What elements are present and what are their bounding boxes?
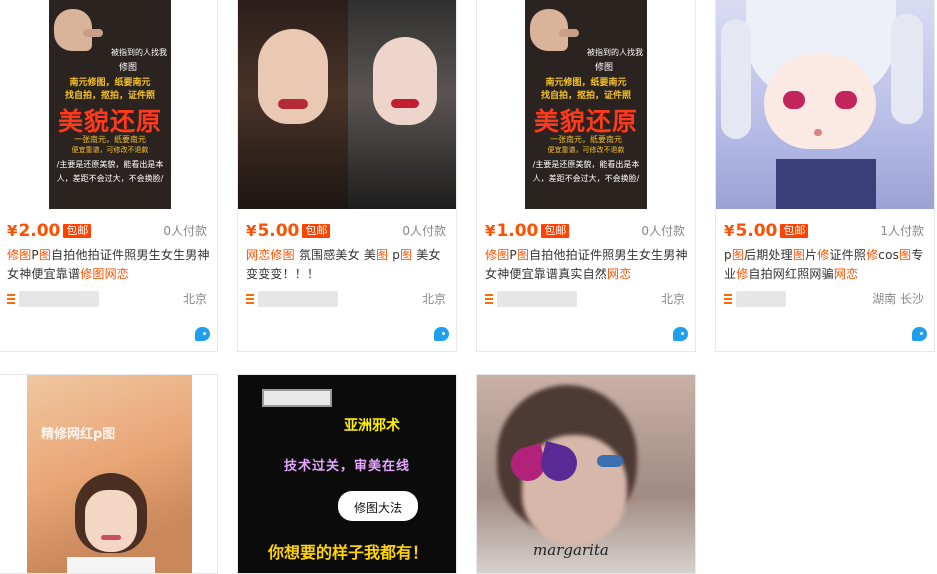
location: 湖南 长沙	[872, 292, 924, 306]
shop-name[interactable]: shop	[497, 291, 577, 307]
product-image[interactable]: 精修网红p图	[0, 375, 217, 573]
location: 北京	[182, 292, 207, 306]
product-card[interactable]: 被指到的人找我 修图 南元修图，纸要南元 找自拍，抠拍，证件照 美貌还原 一张南…	[0, 0, 218, 352]
image-caption: 一张南元，纸要南元	[74, 135, 146, 144]
image-caption: margarita	[533, 541, 609, 559]
image-caption: 修图大法	[353, 501, 402, 515]
image-caption: 精修网红p图	[41, 427, 116, 442]
product-image[interactable]	[716, 0, 934, 209]
shop-icon	[7, 294, 15, 304]
shop-icon	[485, 294, 493, 304]
image-caption: 人，差距不会过大，不会换脸/	[56, 174, 164, 183]
image-caption: 一张南元，纸要南元	[550, 135, 622, 144]
location: 北京	[660, 292, 685, 306]
paid-count: 1人付款	[880, 224, 924, 238]
shop-name[interactable]: shop	[736, 291, 786, 307]
free-shipping-badge: 包邮	[780, 224, 809, 238]
image-headline: 美貌还原	[533, 107, 638, 136]
product-title[interactable]: 网恋修图 氛围感美女 美图 p图 美女变变变！！！	[246, 246, 452, 284]
product-image[interactable]: 亚洲邪术 技术过关，审美在线 修图大法 你想要的样子我都有！	[238, 375, 456, 573]
product-image[interactable]: 被指到的人找我 修图 南元修图，纸要南元 找自拍，抠拍，证件照 美貌还原 一张南…	[0, 0, 217, 209]
free-shipping-badge: 包邮	[541, 224, 570, 238]
image-caption: 人，差距不会过大，不会换脸/	[532, 174, 640, 183]
product-price: ¥5.00	[724, 221, 778, 241]
image-caption: /主要是还原美貌，能看出是本	[56, 160, 164, 169]
paid-count: 0人付款	[402, 224, 446, 238]
product-title[interactable]: 修图P图自拍他拍证件照男生女生男神女神便宜靠谱真实自然网恋	[485, 246, 691, 284]
product-title[interactable]: 修图P图自拍他拍证件照男生女生男神女神便宜靠谱修图网恋	[7, 246, 213, 284]
image-caption: 南元修图，纸要南元	[545, 78, 627, 88]
image-caption: 找自拍，抠拍，证件照	[540, 91, 631, 101]
shop-icon	[724, 294, 732, 304]
product-price: ¥5.00	[246, 221, 300, 241]
product-card[interactable]: 精修网红p图	[0, 374, 218, 574]
product-card[interactable]: 亚洲邪术 技术过关，审美在线 修图大法 你想要的样子我都有！	[237, 374, 457, 574]
product-card[interactable]: ¥5.00包邮 0人付款 网恋修图 氛围感美女 美图 p图 美女变变变！！！ s…	[237, 0, 457, 352]
image-caption: 技术过关，审美在线	[283, 459, 410, 474]
free-shipping-badge: 包邮	[63, 224, 92, 238]
wangwang-chat-icon[interactable]	[673, 327, 688, 341]
location: 北京	[421, 292, 446, 306]
product-image[interactable]	[238, 0, 456, 209]
shop-icon	[246, 294, 254, 304]
product-price: ¥2.00	[7, 221, 61, 241]
image-caption: 你想要的样子我都有！	[267, 543, 428, 562]
image-caption: 南元修图，纸要南元	[69, 78, 151, 88]
image-caption: 找自拍，抠拍，证件照	[64, 91, 155, 101]
product-price: ¥1.00	[485, 221, 539, 241]
image-caption: 便宜靠谱，可修改不退款	[71, 146, 149, 154]
product-card[interactable]: ¥5.00 包邮 1人付款 p图后期处理图片修证件照修cos图专业修自拍网红照网骗…	[715, 0, 935, 352]
image-caption: 亚洲邪术	[344, 418, 400, 434]
product-card[interactable]: 被指到的人找我 修图 南元修图，纸要南元 找自拍，抠拍，证件照 美貌还原 一张南…	[476, 0, 696, 352]
wangwang-chat-icon[interactable]	[434, 327, 449, 341]
product-title[interactable]: p图后期处理图片修证件照修cos图专业修自拍网红照网骗网恋	[724, 246, 930, 284]
image-caption: 便宜靠谱，可修改不退款	[547, 146, 625, 154]
paid-count: 0人付款	[641, 224, 685, 238]
image-caption: 修图	[119, 63, 138, 73]
free-shipping-badge: 包邮	[302, 224, 331, 238]
shop-name[interactable]: shop	[258, 291, 338, 307]
image-caption: /主要是还原美貌，能看出是本	[532, 160, 640, 169]
wangwang-chat-icon[interactable]	[912, 327, 927, 341]
product-image[interactable]: margarita	[477, 375, 695, 573]
shop-name[interactable]: shop	[19, 291, 99, 307]
wangwang-chat-icon[interactable]	[195, 327, 210, 341]
image-caption: 被指到的人找我	[111, 48, 167, 57]
product-image[interactable]: 被指到的人找我 修图 南元修图，纸要南元 找自拍，抠拍，证件照 美貌还原 一张南…	[477, 0, 695, 209]
paid-count: 0人付款	[163, 224, 207, 238]
product-card[interactable]: margarita	[476, 374, 696, 574]
image-caption: 被指到的人找我	[587, 48, 643, 57]
image-caption: 修图	[595, 63, 614, 73]
image-headline: 美貌还原	[57, 107, 162, 136]
